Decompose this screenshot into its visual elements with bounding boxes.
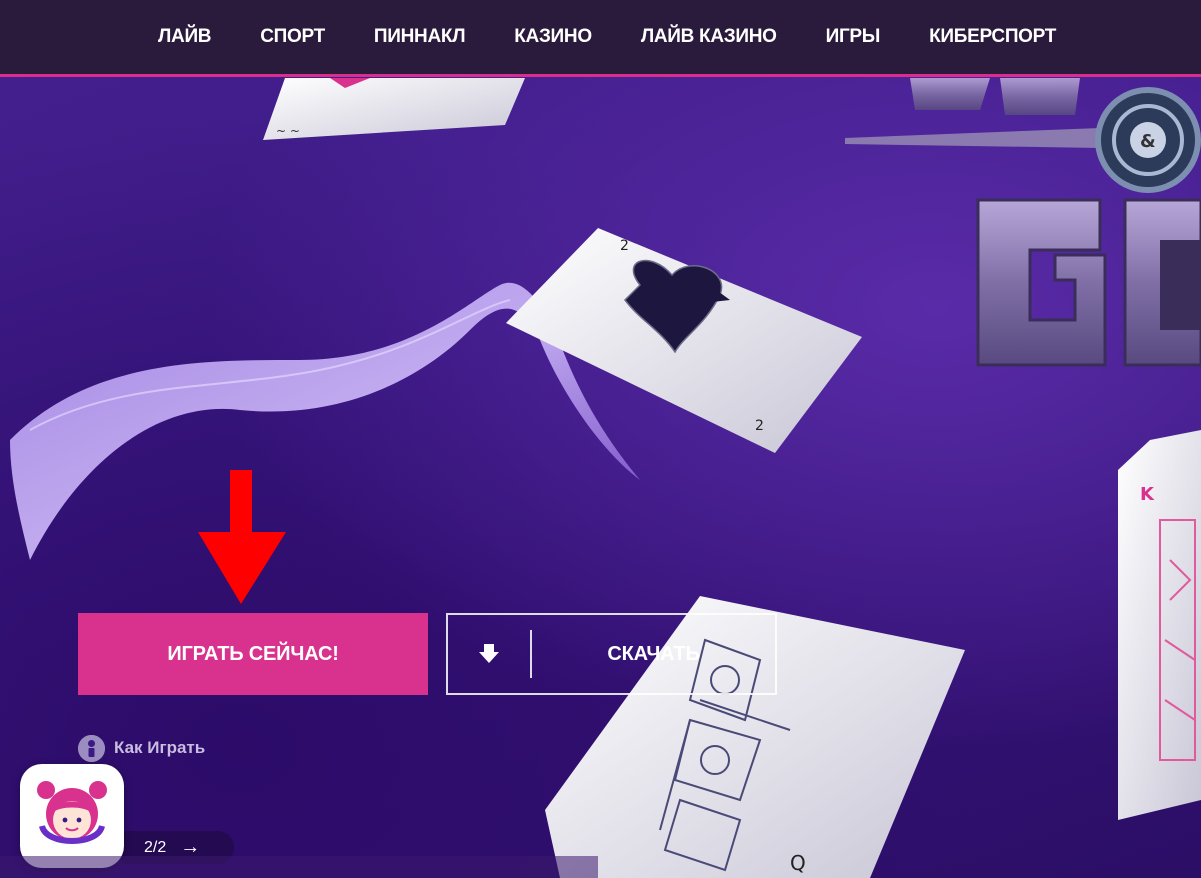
info-icon — [78, 734, 105, 762]
svg-text:~ ~: ~ ~ — [276, 124, 300, 138]
nav-item-sport[interactable]: СПОРТ — [260, 26, 325, 48]
svg-text:&: & — [1140, 131, 1156, 152]
svg-text:2: 2 — [755, 418, 764, 434]
annotation-arrow-icon — [198, 470, 286, 604]
game-logo: & — [845, 78, 1201, 367]
nav-item-live-casino[interactable]: ЛАЙВ КАЗИНО — [641, 26, 777, 48]
top-navigation: ЛАЙВ СПОРТ ПИННАКЛ КАЗИНО ЛАЙВ КАЗИНО ИГ… — [0, 0, 1201, 77]
app-avatar[interactable] — [20, 764, 124, 868]
nav-item-casino[interactable]: КАЗИНО — [514, 26, 592, 48]
playing-card-top: ~ ~ — [263, 78, 525, 140]
download-arrow-icon — [448, 615, 530, 693]
svg-text:2: 2 — [620, 238, 629, 254]
nav-item-games[interactable]: ИГРЫ — [826, 26, 881, 48]
nav-item-live[interactable]: ЛАЙВ — [158, 26, 212, 48]
nav-item-esports[interactable]: КИБЕРСПОРТ — [929, 26, 1056, 48]
play-now-button[interactable]: ИГРАТЬ СЕЙЧАС! — [78, 613, 428, 695]
download-button[interactable]: СКАЧАТЬ — [446, 613, 777, 695]
pager-count: 2/2 — [144, 838, 167, 856]
how-to-play-label: Как Играть — [114, 738, 206, 757]
ribbon-decoration — [10, 282, 640, 560]
bottom-bar — [0, 856, 598, 878]
playing-card-king: K — [1118, 430, 1201, 820]
svg-text:Q: Q — [790, 851, 806, 875]
girl-face-icon — [37, 781, 107, 844]
svg-text:K: K — [1140, 484, 1155, 505]
playing-card-heart: 2 2 — [506, 228, 862, 453]
nav-item-pinnacle[interactable]: ПИННАКЛ — [374, 26, 466, 48]
hero-banner: ~ ~ 2 2 Q K & ЛАЙВ СПОРТ ПИННАКЛ КАЗИНО … — [0, 0, 1201, 878]
how-to-play-link[interactable]: Как Играть — [78, 733, 205, 763]
download-label: СКАЧАТЬ — [607, 642, 700, 665]
